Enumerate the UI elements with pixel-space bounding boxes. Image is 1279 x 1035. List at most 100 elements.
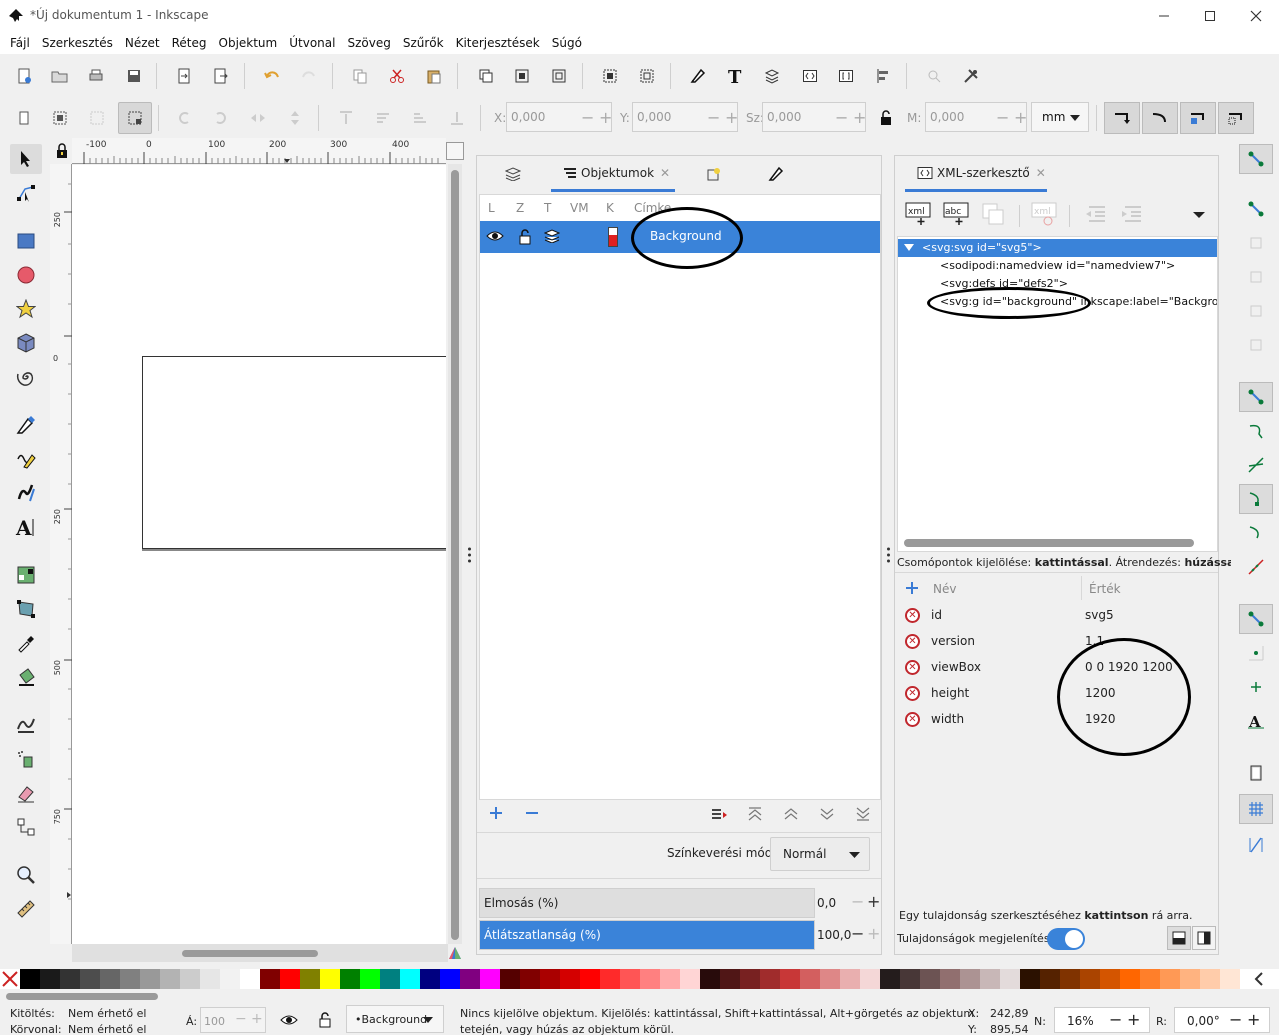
color-swatch[interactable] bbox=[700, 969, 720, 989]
snap-others-icon[interactable] bbox=[1239, 604, 1273, 634]
snap-path-icon[interactable] bbox=[1239, 416, 1273, 446]
color-swatch[interactable] bbox=[820, 969, 840, 989]
deselect-icon[interactable] bbox=[83, 104, 111, 132]
paste-icon[interactable] bbox=[420, 62, 448, 90]
horizontal-scrollbar[interactable] bbox=[72, 944, 448, 962]
color-swatch[interactable] bbox=[1160, 969, 1180, 989]
snap-guide-icon[interactable] bbox=[1239, 830, 1273, 860]
lock-icon[interactable] bbox=[318, 1012, 332, 1028]
menu-view[interactable]: Nézet bbox=[119, 36, 166, 50]
redo-icon[interactable] bbox=[295, 62, 323, 90]
color-swatch[interactable] bbox=[420, 969, 440, 989]
preferences-icon[interactable] bbox=[957, 62, 985, 90]
layout-vertical-icon[interactable] bbox=[1192, 926, 1216, 950]
xml-node[interactable]: <svg:g id="background" inkscape:label="B… bbox=[940, 295, 1217, 308]
lower-icon[interactable] bbox=[819, 806, 835, 822]
color-swatch[interactable] bbox=[240, 969, 260, 989]
close-tab-icon[interactable]: ✕ bbox=[1036, 166, 1046, 180]
color-swatch[interactable] bbox=[1100, 969, 1120, 989]
delete-attribute-icon[interactable]: ✕ bbox=[905, 608, 920, 623]
color-swatch[interactable] bbox=[540, 969, 560, 989]
x-increment[interactable]: + bbox=[599, 108, 612, 127]
new-text-node-icon[interactable]: abc bbox=[943, 202, 969, 226]
unlink-clone-icon[interactable] bbox=[545, 62, 573, 90]
tab-symbols[interactable] bbox=[699, 156, 729, 192]
tab-fill-stroke[interactable] bbox=[761, 156, 791, 192]
color-swatch[interactable] bbox=[1080, 969, 1100, 989]
layers-icon[interactable] bbox=[758, 62, 786, 90]
table-row[interactable]: ✕ height 1200 bbox=[897, 680, 1217, 706]
tab-xml-editor[interactable]: XML-szerkesztő ✕ bbox=[905, 156, 1047, 192]
color-swatch[interactable] bbox=[580, 969, 600, 989]
flip-horizontal-icon[interactable] bbox=[244, 104, 272, 132]
color-swatch[interactable] bbox=[320, 969, 340, 989]
y-decrement[interactable]: − bbox=[707, 108, 720, 127]
x-decrement[interactable]: − bbox=[581, 108, 594, 127]
visibility-eye-icon[interactable] bbox=[280, 1013, 298, 1027]
ellipse-tool-icon[interactable] bbox=[10, 260, 42, 290]
open-icon[interactable] bbox=[46, 62, 74, 90]
color-swatch[interactable] bbox=[1040, 969, 1060, 989]
snap-bbox-center-icon[interactable] bbox=[1239, 330, 1273, 360]
blur-decrement[interactable]: − bbox=[851, 892, 864, 911]
blur-increment[interactable]: + bbox=[867, 892, 880, 911]
color-swatch[interactable] bbox=[520, 969, 540, 989]
height-decrement[interactable]: − bbox=[996, 108, 1009, 127]
color-swatch[interactable] bbox=[400, 969, 420, 989]
color-swatch[interactable] bbox=[300, 969, 320, 989]
raise-to-top-icon[interactable] bbox=[332, 104, 360, 132]
menu-help[interactable]: Súgó bbox=[546, 36, 588, 50]
xml-editor-icon[interactable] bbox=[796, 62, 824, 90]
color-swatch[interactable] bbox=[960, 969, 980, 989]
layer-label[interactable]: Background bbox=[650, 229, 722, 243]
copy-icon[interactable] bbox=[346, 62, 374, 90]
color-swatch[interactable] bbox=[200, 969, 220, 989]
opacity-field[interactable]: 100 − + bbox=[200, 1007, 266, 1033]
color-swatch[interactable] bbox=[220, 969, 240, 989]
color-swatch[interactable] bbox=[840, 969, 860, 989]
opacity-value[interactable]: 100,0 bbox=[817, 928, 851, 942]
height-increment[interactable]: + bbox=[1014, 108, 1027, 127]
expand-triangle-icon[interactable] bbox=[904, 244, 914, 252]
close-button[interactable] bbox=[1233, 0, 1279, 32]
tab-layers[interactable] bbox=[493, 156, 533, 192]
selector-tool-icon[interactable] bbox=[10, 144, 42, 174]
snap-cusp-nodes-icon[interactable] bbox=[1239, 484, 1273, 514]
color-manage-icon[interactable] bbox=[448, 946, 464, 962]
lower-to-bottom-icon[interactable] bbox=[443, 104, 471, 132]
color-swatch[interactable] bbox=[860, 969, 880, 989]
rotate-field[interactable]: 0,00° − + bbox=[1174, 1007, 1270, 1033]
blur-slider[interactable]: Elmosás (%) bbox=[479, 888, 815, 918]
group-icon[interactable] bbox=[596, 62, 624, 90]
rotate-ccw-icon[interactable] bbox=[170, 104, 198, 132]
ungroup-icon[interactable] bbox=[633, 62, 661, 90]
unit-select[interactable]: mm bbox=[1031, 102, 1089, 132]
move-to-layer-icon[interactable] bbox=[711, 806, 727, 822]
import-icon[interactable] bbox=[170, 62, 198, 90]
cut-icon[interactable] bbox=[383, 62, 411, 90]
save-icon[interactable] bbox=[120, 62, 148, 90]
opacity-decrement[interactable]: − bbox=[851, 924, 864, 943]
color-swatch[interactable] bbox=[1200, 969, 1220, 989]
delete-attribute-icon[interactable]: ✕ bbox=[905, 660, 920, 675]
color-swatch[interactable] bbox=[1020, 969, 1040, 989]
snap-bbox-icon[interactable] bbox=[1239, 194, 1273, 224]
color-swatch[interactable] bbox=[1220, 969, 1240, 989]
table-row[interactable]: ✕ version 1.1 bbox=[897, 628, 1217, 654]
new-element-node-icon[interactable]: xml bbox=[905, 202, 931, 226]
opacity-increment[interactable]: + bbox=[867, 924, 880, 943]
xml-node[interactable]: <svg:svg id="svg5"> bbox=[922, 241, 1042, 254]
measure-tool-icon[interactable] bbox=[10, 894, 42, 924]
height-field[interactable]: 0,000 − + bbox=[925, 102, 1027, 132]
add-object-icon[interactable] bbox=[489, 806, 503, 820]
color-swatch[interactable] bbox=[680, 969, 700, 989]
color-swatch[interactable] bbox=[980, 969, 1000, 989]
color-swatch[interactable] bbox=[380, 969, 400, 989]
rectangle-tool-icon[interactable] bbox=[10, 226, 42, 256]
node-tool-icon[interactable] bbox=[10, 178, 42, 208]
stroke-value[interactable]: Nem érhető el bbox=[68, 1023, 146, 1035]
maximize-button[interactable] bbox=[1187, 0, 1233, 32]
show-attributes-toggle[interactable] bbox=[1047, 928, 1085, 950]
transform-patterns-icon[interactable] bbox=[1218, 102, 1254, 134]
color-swatch[interactable] bbox=[800, 969, 820, 989]
